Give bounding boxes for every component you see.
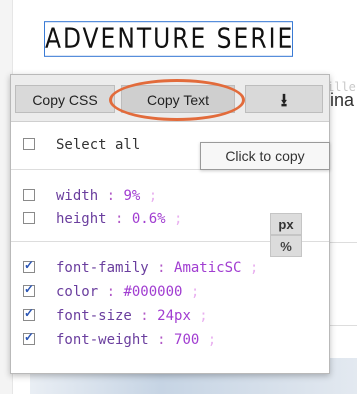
property-declaration: font-family : AmaticSC ; [56, 260, 259, 276]
property-declaration: font-weight : 700 ; [56, 332, 217, 348]
property-declaration: height : 0.6% ; [56, 211, 183, 227]
property-row-font-size[interactable]: font-size : 24px ; [11, 304, 329, 328]
page-title-selected-element[interactable]: ADVENTURE SERIES [44, 21, 293, 57]
background-divider [330, 325, 357, 326]
download-button[interactable]: ⭳ [245, 85, 323, 113]
property-row-width[interactable]: width : 9% ; [11, 184, 329, 208]
property-declaration: color : #000000 ; [56, 284, 200, 300]
property-declaration: width : 9% ; [56, 188, 158, 204]
select-all-label: Select all [56, 137, 141, 153]
copy-css-button[interactable]: Copy CSS [15, 85, 115, 113]
color-checkbox[interactable] [23, 282, 35, 297]
font-size-checkbox[interactable] [23, 306, 35, 321]
select-all-checkbox[interactable] [23, 138, 35, 150]
property-declaration: font-size : 24px ; [56, 308, 208, 324]
property-row-font-family[interactable]: font-family : AmaticSC ; [11, 256, 329, 280]
background-body-text: ina [330, 90, 355, 110]
unit-percent-toggle[interactable]: % [270, 235, 302, 257]
font-family-checkbox[interactable] [23, 258, 35, 273]
font-weight-checkbox[interactable] [23, 330, 35, 345]
background-divider [330, 242, 357, 243]
copy-tooltip: Click to copy [200, 142, 330, 170]
panel-toolbar: Copy CSS Copy Text ⭳ [11, 75, 329, 122]
height-checkbox[interactable] [23, 212, 35, 224]
property-row-color[interactable]: color : #000000 ; [11, 280, 329, 304]
unit-px-toggle[interactable]: px [270, 213, 302, 235]
copy-text-button[interactable]: Copy Text [121, 85, 235, 113]
width-checkbox[interactable] [23, 189, 35, 201]
property-row-font-weight[interactable]: font-weight : 700 ; [11, 328, 329, 352]
download-icon: ⭳ [280, 90, 288, 110]
